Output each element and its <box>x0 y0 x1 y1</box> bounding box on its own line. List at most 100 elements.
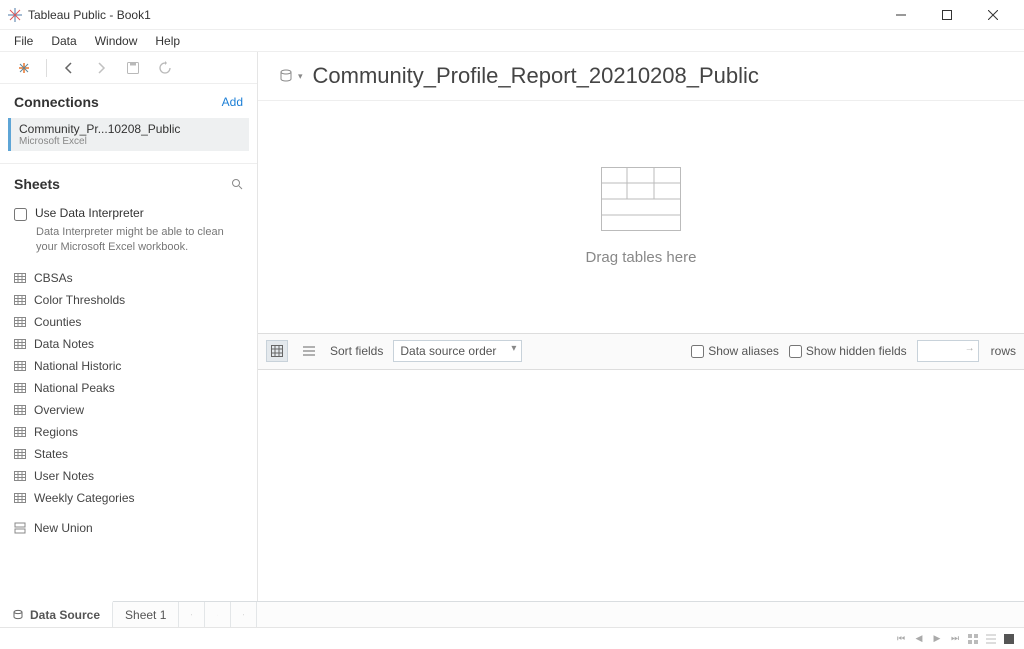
sheet-item-label: Counties <box>34 315 81 329</box>
menubar: File Data Window Help <box>0 30 1024 52</box>
new-worksheet-button[interactable] <box>179 602 205 627</box>
main-canvas: ▾ Community_Profile_Report_20210208_Publ… <box>258 52 1024 601</box>
sheet-item-overview[interactable]: Overview <box>0 399 257 421</box>
statusbar: ⏮ ◀ ▶ ⏭ <box>0 627 1024 649</box>
connection-item[interactable]: Community_Pr...10208_Public Microsoft Ex… <box>8 118 249 151</box>
tab-sheet1-label: Sheet 1 <box>125 608 166 622</box>
menu-window[interactable]: Window <box>87 32 146 50</box>
sheet-item-weekly-categories[interactable]: Weekly Categories <box>0 487 257 509</box>
add-connection-link[interactable]: Add <box>222 95 243 109</box>
search-icon[interactable] <box>231 178 243 190</box>
placeholder-table-icon <box>601 167 681 231</box>
sheet-item-label: Weekly Categories <box>34 491 135 505</box>
data-interpreter-row: Use Data Interpreter <box>0 198 257 223</box>
sheet-item-states[interactable]: States <box>0 443 257 465</box>
table-icon <box>14 272 26 284</box>
new-story-button[interactable] <box>231 602 257 627</box>
sheet-item-data-notes[interactable]: Data Notes <box>0 333 257 355</box>
nav-prev-icon[interactable]: ◀ <box>912 632 926 646</box>
drop-hint-text: Drag tables here <box>586 249 697 266</box>
tab-data-source[interactable]: Data Source <box>0 601 113 627</box>
grid-view-icon[interactable] <box>266 340 288 362</box>
nav-next-icon[interactable]: ▶ <box>930 632 944 646</box>
table-icon <box>14 426 26 438</box>
data-interpreter-desc: Data Interpreter might be able to clean … <box>0 223 257 263</box>
sidebar-toolbar <box>0 52 257 84</box>
tableau-icon[interactable] <box>10 56 38 80</box>
sheet-item-color-thresholds[interactable]: Color Thresholds <box>0 289 257 311</box>
save-icon[interactable] <box>119 56 147 80</box>
sort-fields-select[interactable]: Data source order <box>393 340 522 362</box>
rows-input[interactable] <box>917 340 979 362</box>
datasource-icon <box>278 68 294 84</box>
drop-area[interactable]: Drag tables here <box>258 100 1024 334</box>
sheet-item-label: CBSAs <box>34 271 73 285</box>
maximize-button[interactable] <box>924 0 970 30</box>
sheet-item-label: User Notes <box>34 469 94 483</box>
sheets-label: Sheets <box>14 176 60 192</box>
data-grid-area <box>258 370 1024 602</box>
menu-file[interactable]: File <box>6 32 41 50</box>
datasource-tab-icon <box>12 609 24 621</box>
sort-fields-label: Sort fields <box>330 344 383 358</box>
rows-label: rows <box>989 344 1016 358</box>
table-icon <box>14 382 26 394</box>
datasource-title-bar: ▾ Community_Profile_Report_20210208_Publ… <box>258 52 1024 100</box>
nav-last-icon[interactable]: ⏭ <box>948 632 962 646</box>
view-list-icon[interactable] <box>984 632 998 646</box>
new-union-button[interactable]: New Union <box>0 517 257 539</box>
refresh-icon[interactable] <box>151 56 179 80</box>
show-aliases-label: Show aliases <box>708 344 779 358</box>
sheet-item-national-historic[interactable]: National Historic <box>0 355 257 377</box>
sheet-item-national-peaks[interactable]: National Peaks <box>0 377 257 399</box>
sheet-item-label: Data Notes <box>34 337 94 351</box>
back-button[interactable] <box>55 56 83 80</box>
separator <box>46 59 47 77</box>
show-aliases-row: Show aliases <box>691 344 779 358</box>
show-hidden-row: Show hidden fields <box>789 344 907 358</box>
nav-first-icon[interactable]: ⏮ <box>894 632 908 646</box>
table-icon <box>14 448 26 460</box>
minimize-button[interactable] <box>878 0 924 30</box>
connections-label: Connections <box>14 94 99 110</box>
data-interpreter-checkbox[interactable] <box>14 208 27 221</box>
sheet-item-cbsas[interactable]: CBSAs <box>0 267 257 289</box>
menu-help[interactable]: Help <box>147 32 188 50</box>
sheet-item-label: Regions <box>34 425 78 439</box>
sheet-item-counties[interactable]: Counties <box>0 311 257 333</box>
table-icon <box>14 404 26 416</box>
titlebar: Tableau Public - Book1 <box>0 0 1024 30</box>
sheet-list: CBSAs Color Thresholds Counties Data Not… <box>0 263 257 601</box>
list-view-icon[interactable] <box>298 340 320 362</box>
grid-controls: Sort fields Data source order Show alias… <box>258 334 1024 370</box>
sheets-header: Sheets <box>0 163 257 198</box>
tableau-logo-icon <box>8 8 22 22</box>
table-icon <box>14 316 26 328</box>
show-aliases-checkbox[interactable] <box>691 345 704 358</box>
view-tiles-icon[interactable] <box>966 632 980 646</box>
tab-sheet1[interactable]: Sheet 1 <box>113 602 179 627</box>
sheet-item-label: National Peaks <box>34 381 115 395</box>
table-icon <box>14 294 26 306</box>
show-hidden-label: Show hidden fields <box>806 344 907 358</box>
new-union-label: New Union <box>34 521 93 535</box>
sheet-item-user-notes[interactable]: User Notes <box>0 465 257 487</box>
menu-data[interactable]: Data <box>43 32 84 50</box>
dropdown-caret-icon[interactable]: ▾ <box>298 71 303 82</box>
sidebar: Connections Add Community_Pr...10208_Pub… <box>0 52 258 601</box>
data-interpreter-label: Use Data Interpreter <box>35 206 144 220</box>
bottom-tabs: Data Source Sheet 1 <box>0 601 1024 627</box>
close-button[interactable] <box>970 0 1016 30</box>
sheet-item-label: States <box>34 447 68 461</box>
tab-data-source-label: Data Source <box>30 608 100 622</box>
sheet-item-regions[interactable]: Regions <box>0 421 257 443</box>
connection-name: Community_Pr...10208_Public <box>19 122 241 136</box>
show-hidden-checkbox[interactable] <box>789 345 802 358</box>
new-dashboard-button[interactable] <box>205 602 231 627</box>
datasource-title[interactable]: Community_Profile_Report_20210208_Public <box>313 63 759 89</box>
view-full-icon[interactable] <box>1002 632 1016 646</box>
sheet-item-label: Overview <box>34 403 84 417</box>
sheet-item-label: National Historic <box>34 359 121 373</box>
forward-button[interactable] <box>87 56 115 80</box>
connection-type: Microsoft Excel <box>19 136 241 147</box>
